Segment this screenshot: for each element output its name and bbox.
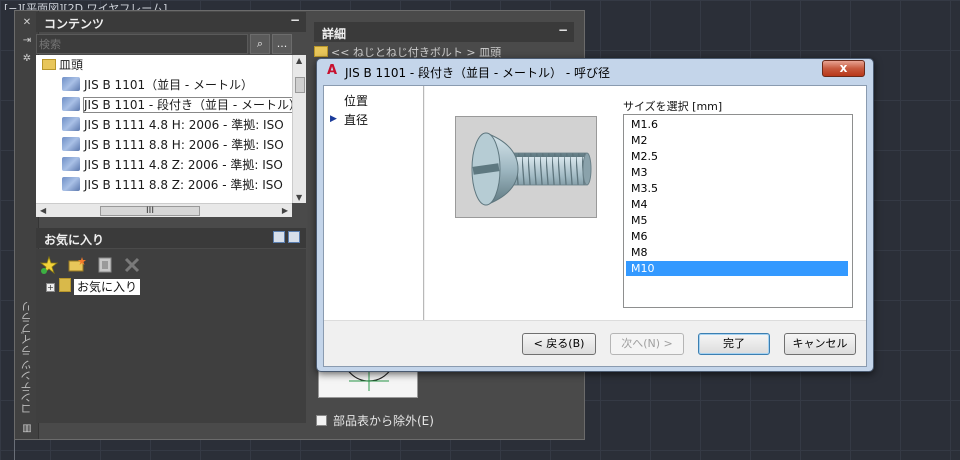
dialog-title: JIS B 1101 - 段付き（並目 - メートル） - 呼び径 [345, 66, 610, 80]
close-icon[interactable]: ✕ [21, 17, 33, 28]
more-options-button[interactable]: ... [272, 34, 292, 54]
folder-icon [314, 46, 328, 57]
settings-icon[interactable]: ✲ [21, 53, 33, 64]
new-folder-icon[interactable] [68, 256, 86, 274]
current-step-icon: ▶ [330, 114, 337, 124]
tree-vertical-scrollbar[interactable]: ▲ ▼ [292, 55, 306, 203]
autocad-logo-icon: A [326, 63, 338, 78]
contents-header[interactable]: コンテンツ − [36, 12, 306, 32]
size-option[interactable]: M4 [626, 197, 848, 212]
size-option[interactable]: M3.5 [626, 181, 848, 196]
size-option[interactable]: M3 [626, 165, 848, 180]
list-view-icon[interactable] [273, 231, 285, 243]
cancel-button[interactable]: キャンセル [784, 333, 856, 355]
exclude-checkbox[interactable] [316, 415, 327, 426]
size-select-label: サイズを選択 [mm] [623, 100, 723, 113]
scroll-thumb[interactable] [295, 77, 305, 93]
delete-icon[interactable] [123, 256, 141, 274]
tree-item[interactable]: JIS B 1111 4.8 Z: 2006 - 準拠: ISO [36, 155, 292, 175]
size-listbox[interactable]: M1.6 M2 M2.5 M3 M3.5 M4 M5 M6 M8 M10 [623, 114, 853, 308]
back-button[interactable]: < 戻る(B) [522, 333, 596, 355]
details-title: 詳細 [322, 27, 347, 41]
tree-item-folder[interactable]: 皿頭 [36, 55, 292, 75]
close-button[interactable]: x [822, 60, 865, 77]
expand-icon[interactable]: + [46, 283, 55, 292]
tile-view-icon[interactable] [288, 231, 300, 243]
tree-horizontal-scrollbar[interactable]: ◀ III ▶ [36, 203, 292, 217]
dialog-titlebar[interactable]: A JIS B 1101 - 段付き（並目 - メートル） - 呼び径 x [317, 59, 873, 83]
details-header[interactable]: 詳細 − [314, 22, 574, 42]
pin-icon[interactable]: ⇥ [21, 35, 33, 46]
size-option[interactable]: M2 [626, 133, 848, 148]
scroll-left-icon[interactable]: ◀ [40, 206, 46, 215]
favorites-title: お気に入り [44, 233, 105, 247]
part-icon [62, 97, 80, 111]
step-diameter[interactable]: 直径 [344, 111, 368, 128]
size-option-selected[interactable]: M10 [626, 261, 848, 276]
scroll-up-icon[interactable]: ▲ [296, 56, 302, 65]
size-option[interactable]: M1.6 [626, 117, 848, 132]
screw-preview-image [455, 116, 597, 218]
step-position[interactable]: 位置 [344, 92, 368, 109]
next-button[interactable]: 次へ(N) > [610, 333, 684, 355]
part-icon [62, 77, 80, 91]
search-input[interactable] [36, 34, 248, 54]
size-option[interactable]: M6 [626, 229, 848, 244]
search-icon: ⌕ [256, 37, 264, 50]
size-option[interactable]: M5 [626, 213, 848, 228]
tree-item[interactable]: JIS B 1101（並目 - メートル） [36, 75, 292, 95]
search-row: ⌕ ... [36, 34, 306, 54]
properties-icon[interactable] [96, 256, 114, 274]
search-button[interactable]: ⌕ [250, 34, 270, 54]
wizard-steps: 位置 ▶ 直径 [324, 86, 424, 320]
part-icon [62, 137, 80, 151]
dialog-button-bar: < 戻る(B) 次へ(N) > 完了 キャンセル [324, 320, 866, 366]
tree-item-selected[interactable]: JIS B 1101 - 段付き（並目 - メートル） [36, 95, 292, 115]
tree-item[interactable]: JIS B 1111 8.8 Z: 2006 - 準拠: ISO [36, 175, 292, 195]
favorites-view-buttons [270, 231, 300, 246]
favorites-header[interactable]: お気に入り [36, 228, 306, 248]
scroll-thumb[interactable]: III [100, 206, 200, 216]
size-option[interactable]: M2.5 [626, 149, 848, 164]
part-icon [62, 177, 80, 191]
size-option[interactable]: M8 [626, 245, 848, 260]
dialog-client: 位置 ▶ 直径 サイズを選択 [mm] M1.6 M2 M2.5 M3 M3.5… [323, 85, 867, 367]
close-icon: x [839, 61, 848, 75]
viewport-caption[interactable]: [−][平面図][2D ワイヤフレーム] [4, 0, 167, 10]
wizard-content: サイズを選択 [mm] M1.6 M2 M2.5 M3 M3.5 M4 M5 M… [425, 86, 866, 320]
folder-icon [42, 59, 56, 70]
scroll-right-icon[interactable]: ▶ [282, 206, 288, 215]
library-icon[interactable]: ▥ [21, 423, 33, 434]
part-icon [62, 157, 80, 171]
exclude-from-bom-row[interactable]: 部品表から除外(E) [316, 412, 434, 429]
tree-item[interactable]: JIS B 1111 4.8 H: 2006 - 準拠: ISO [36, 115, 292, 135]
contents-tree: 皿頭 JIS B 1101（並目 - メートル） JIS B 1101 - 段付… [36, 55, 292, 203]
contents-collapse-button[interactable]: − [290, 13, 300, 27]
details-collapse-button[interactable]: − [558, 23, 568, 37]
size-selection-dialog: A JIS B 1101 - 段付き（並目 - メートル） - 呼び径 x 位置… [316, 58, 874, 372]
scroll-down-icon[interactable]: ▼ [296, 193, 302, 202]
screw-image [471, 132, 592, 206]
favorites-toolbar [40, 256, 147, 276]
add-favorite-icon[interactable] [40, 256, 58, 274]
part-icon [62, 117, 80, 131]
favorites-folder-icon [59, 278, 71, 292]
tree-item[interactable]: JIS B 1111 8.8 H: 2006 - 準拠: ISO [36, 135, 292, 155]
finish-button[interactable]: 完了 [698, 333, 770, 355]
contents-title: コンテンツ [44, 17, 105, 31]
palette-title: コンテンツ ライブラリ [20, 301, 33, 415]
favorites-tree-node[interactable]: + お気に入り [46, 278, 141, 295]
